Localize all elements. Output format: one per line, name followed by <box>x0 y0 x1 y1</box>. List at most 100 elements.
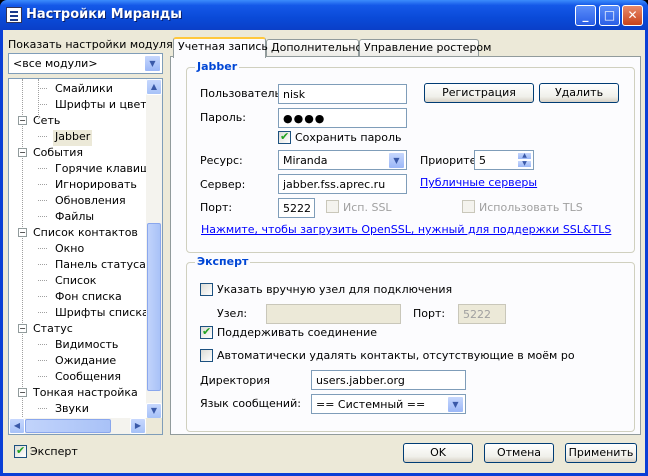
tree-expander-icon[interactable]: − <box>18 324 27 333</box>
host-label: Узел: <box>217 307 248 320</box>
register-button[interactable]: Регистрация <box>424 83 534 103</box>
tree-vertical-scrollbar[interactable]: ▲ ▼ <box>146 79 162 419</box>
message-language-label: Язык сообщений: <box>200 397 301 410</box>
tree-item[interactable]: Ожидание <box>55 354 116 370</box>
openssl-download-link[interactable]: Нажмите, чтобы загрузить OpenSSL, нужный… <box>201 223 611 236</box>
expert-mode-checkbox[interactable] <box>14 444 27 458</box>
use-ssl-label: Исп. SSL <box>343 201 392 214</box>
tree-category[interactable]: Список контактов <box>33 226 138 242</box>
password-input[interactable]: ●●●● <box>278 108 407 128</box>
tree-category[interactable]: События <box>33 146 83 162</box>
tree-connector <box>38 280 47 281</box>
tree-expander-icon[interactable]: − <box>18 148 27 157</box>
tree-connector <box>38 248 47 249</box>
manual-host-checkbox[interactable] <box>200 283 213 296</box>
tree-item[interactable]: Файлы <box>55 210 94 226</box>
cancel-button[interactable]: Отмена <box>484 443 554 463</box>
tree-expander-icon[interactable]: − <box>18 116 27 125</box>
module-filter-select[interactable]: <все модули> ▼ <box>8 53 163 74</box>
tree-hscroll-thumb[interactable] <box>25 419 111 433</box>
public-servers-link[interactable]: Публичные серверы <box>420 176 537 189</box>
module-filter-label: Показать настройки модуля: <box>8 38 177 51</box>
server-label: Сервер: <box>200 178 246 191</box>
tree-item[interactable]: Окно <box>55 242 84 258</box>
close-button[interactable]: ✕ <box>622 5 643 26</box>
tree-connector <box>38 216 47 217</box>
tree-expander-icon[interactable]: − <box>18 228 27 237</box>
tree-item[interactable]: Jabber <box>53 130 93 146</box>
manual-port-input[interactable]: 5222 <box>458 304 506 324</box>
tree-item[interactable]: Игнорировать <box>55 178 137 194</box>
tree-item[interactable]: Горячие клавиши <box>55 162 157 178</box>
host-input[interactable] <box>266 304 401 324</box>
manual-port-label: Порт: <box>413 307 446 320</box>
chevron-down-icon[interactable]: ▼ <box>388 152 405 169</box>
minimize-button[interactable]: _ <box>575 5 596 26</box>
message-language-combo[interactable]: == Системный == ▼ <box>311 394 466 414</box>
server-input[interactable]: jabber.fss.aprec.ru <box>278 174 407 194</box>
tree-category[interactable]: Тонкая настройка <box>33 386 138 402</box>
tree-connector <box>38 408 47 409</box>
tree-horizontal-scrollbar[interactable]: ◀ ▶ <box>9 418 146 434</box>
ok-button[interactable]: OK <box>403 443 473 463</box>
scroll-left-icon[interactable]: ◀ <box>9 418 25 434</box>
use-ssl-checkbox[interactable] <box>326 200 339 213</box>
expert-mode-label: Эксперт <box>30 445 78 458</box>
tree-connector <box>38 296 47 297</box>
dialog-client-area: Показать настройки модуля: <все модули> … <box>3 30 645 473</box>
options-tree[interactable]: Смайлики Шрифты и цвета − Сеть Jabber − Событи… <box>8 78 163 435</box>
expert-group: Эксперт Указать вручную узел для подключ… <box>186 255 635 432</box>
port-input[interactable]: 5222 <box>278 198 315 218</box>
keepalive-label: Поддерживать соединение <box>217 326 377 339</box>
keepalive-checkbox[interactable] <box>200 325 213 339</box>
chevron-down-icon[interactable]: ▼ <box>447 396 464 413</box>
tree-item[interactable]: Шрифты списка <box>55 306 149 322</box>
maximize-button[interactable]: □ <box>599 5 620 26</box>
save-password-checkbox[interactable] <box>278 130 291 144</box>
tree-connector <box>38 184 47 185</box>
scroll-down-icon[interactable]: ▼ <box>146 403 162 419</box>
spin-down-icon[interactable]: ▼ <box>517 160 532 168</box>
tree-item[interactable]: Панель статуса <box>55 258 146 274</box>
password-label: Пароль: <box>200 111 246 124</box>
tree-connector <box>38 264 47 265</box>
save-password-label: Сохранить пароль <box>295 131 402 144</box>
expert-group-title: Эксперт <box>195 255 251 268</box>
resource-label: Ресурс: <box>200 154 243 167</box>
tab-panel-account: Jabber Пользователь nisk Регистрация Уда… <box>170 56 641 435</box>
tree-item[interactable]: Обновления <box>55 194 126 210</box>
tree-item[interactable]: Фон списка <box>55 290 122 306</box>
use-tls-checkbox[interactable] <box>462 200 475 213</box>
delete-button[interactable]: Удалить <box>539 83 619 103</box>
autodelete-checkbox[interactable] <box>200 349 213 362</box>
tree-item[interactable]: Видимость <box>55 338 118 354</box>
spin-up-icon[interactable]: ▲ <box>517 152 532 160</box>
tree-item[interactable]: Смайлики <box>55 82 113 98</box>
directory-label: Директория <box>200 374 271 387</box>
tree-item[interactable]: Сообщения <box>55 370 121 386</box>
tree-category[interactable]: Статус <box>33 322 73 338</box>
tree-connector <box>38 136 47 137</box>
chevron-down-icon[interactable]: ▼ <box>144 55 161 72</box>
window-icon <box>6 7 22 23</box>
title-bar[interactable]: Настройки Миранды _ □ ✕ <box>0 0 648 30</box>
tree-connector <box>38 168 47 169</box>
apply-button[interactable]: Применить <box>565 443 637 463</box>
tree-item[interactable]: Шрифты и цвета <box>55 98 153 114</box>
tree-connector <box>38 88 47 89</box>
directory-input[interactable]: users.jabber.org <box>311 370 466 390</box>
scroll-right-icon[interactable]: ▶ <box>130 418 146 434</box>
tab-account[interactable]: Учетная запись <box>173 37 268 58</box>
tab-roster-management[interactable]: Управление ростером <box>359 39 491 57</box>
tree-connector <box>38 376 47 377</box>
tree-item[interactable]: Список <box>55 274 96 290</box>
priority-spinner[interactable]: 5 ▲ ▼ <box>474 150 534 170</box>
resource-combo[interactable]: Miranda ▼ <box>278 150 407 170</box>
tree-scroll-thumb[interactable] <box>147 223 161 391</box>
scroll-up-icon[interactable]: ▲ <box>146 79 162 95</box>
tree-item[interactable]: Звуки <box>55 402 89 418</box>
tree-connector <box>38 79 39 119</box>
tree-expander-icon[interactable]: − <box>18 388 27 397</box>
tab-advanced[interactable]: Дополнительно <box>266 39 362 57</box>
username-input[interactable]: nisk <box>278 84 407 104</box>
